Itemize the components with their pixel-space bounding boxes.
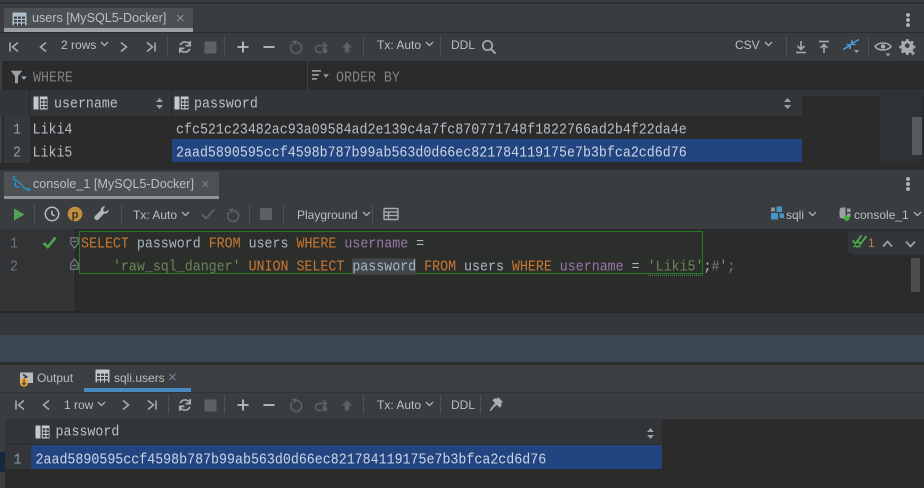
svg-text:p: p (72, 208, 79, 220)
